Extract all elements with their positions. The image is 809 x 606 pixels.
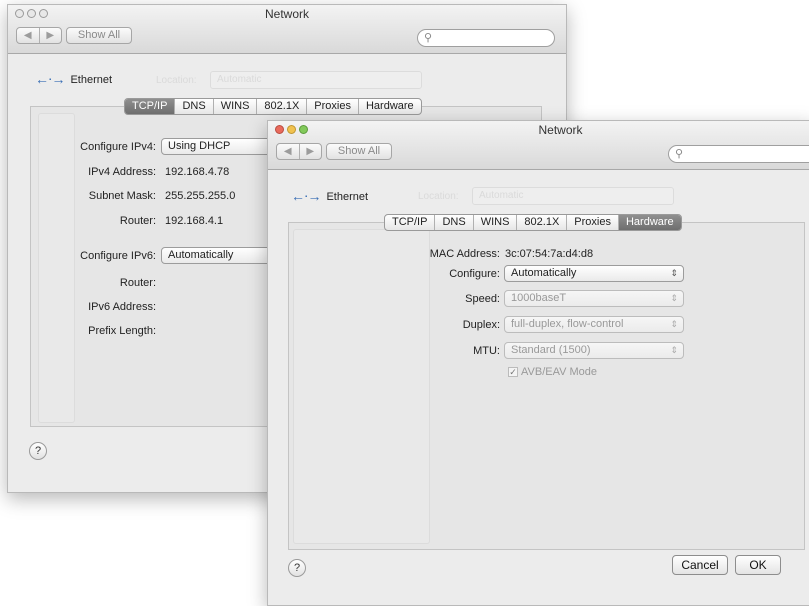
avb-eav-checkbox[interactable]: ✓ AVB/EAV Mode xyxy=(508,366,597,378)
location-label: Location: xyxy=(156,75,197,86)
configure-label: Configure: xyxy=(449,268,500,280)
mac-address-label: MAC Address: xyxy=(429,248,500,260)
tab-hardware[interactable]: Hardware xyxy=(618,215,681,230)
forward-arrow-icon[interactable]: ▶ xyxy=(298,144,322,159)
subnet-mask-value: 255.255.255.0 xyxy=(165,190,236,202)
help-button[interactable]: ? xyxy=(288,559,306,577)
title-bar: Network ◀ ▶ Show All ⚲ xyxy=(268,121,809,170)
checkmark-icon: ✓ xyxy=(508,367,518,377)
ipv4-address-label: IPv4 Address: xyxy=(88,166,156,178)
mtu-label: MTU: xyxy=(473,345,500,357)
location-value: Automatic xyxy=(217,74,262,85)
tab-tcpip[interactable]: TCP/IP xyxy=(385,215,436,230)
configure-ipv4-label: Configure IPv4: xyxy=(80,141,156,153)
window-title: Network xyxy=(538,123,583,137)
router-value: 192.168.4.1 xyxy=(165,215,224,227)
interface-name: Ethernet xyxy=(70,73,113,86)
tab-dns[interactable]: DNS xyxy=(175,99,214,114)
show-all-button[interactable]: Show All xyxy=(66,27,132,44)
configure-ipv4-select[interactable]: Using DHCP xyxy=(161,138,281,155)
avb-eav-label: AVB/EAV Mode xyxy=(521,366,598,378)
duplex-value: full-duplex, flow-control xyxy=(511,318,624,330)
configure-select[interactable]: Automatically ⇕ xyxy=(504,265,684,282)
tab-8021x[interactable]: 802.1X xyxy=(257,99,308,114)
forward-arrow-icon[interactable]: ▶ xyxy=(38,28,62,43)
stepper-arrows-icon: ⇕ xyxy=(670,345,678,355)
router6-label: Router: xyxy=(119,277,156,289)
configure-ipv4-value: Using DHCP xyxy=(168,140,231,152)
speed-select[interactable]: 1000baseT ⇕ xyxy=(504,290,684,307)
tab-dns[interactable]: DNS xyxy=(435,215,474,230)
interface-name: Ethernet xyxy=(326,190,369,203)
tab-tcpip[interactable]: TCP/IP xyxy=(125,99,176,114)
stepper-arrows-icon: ⇕ xyxy=(670,268,678,278)
minimize-button[interactable] xyxy=(287,125,296,134)
mtu-select[interactable]: Standard (1500) ⇕ xyxy=(504,342,684,359)
tab-proxies[interactable]: Proxies xyxy=(307,99,359,114)
help-button[interactable]: ? xyxy=(29,442,47,460)
tab-8021x[interactable]: 802.1X xyxy=(517,215,568,230)
ok-button[interactable]: OK xyxy=(735,555,781,575)
title-bar: Network ◀ ▶ Show All ⚲ xyxy=(8,5,566,54)
window-title: Network xyxy=(264,7,309,21)
ethernet-icon: ←⋅→ xyxy=(35,71,65,87)
stepper-arrows-icon: ⇕ xyxy=(670,293,678,303)
speed-label: Speed: xyxy=(465,293,500,305)
duplex-select[interactable]: full-duplex, flow-control ⇕ xyxy=(504,316,684,333)
location-label: Location: xyxy=(418,191,459,202)
mtu-value: Standard (1500) xyxy=(511,344,591,356)
search-icon: ⚲ xyxy=(675,148,684,160)
router-label: Router: xyxy=(119,215,156,227)
ipv4-address-value: 192.168.4.78 xyxy=(165,166,230,178)
ipv6-address-label: IPv6 Address: xyxy=(88,301,156,313)
cancel-button[interactable]: Cancel xyxy=(672,555,728,575)
prefix-length-label: Prefix Length: xyxy=(88,325,156,337)
nav-back-forward[interactable]: ◀ ▶ xyxy=(276,143,322,160)
duplex-label: Duplex: xyxy=(462,319,500,331)
network-window-front: Network ◀ ▶ Show All ⚲ ←⋅→ Ethernet Loca… xyxy=(267,120,809,606)
configure-ipv6-value: Automatically xyxy=(168,249,234,261)
show-all-button[interactable]: Show All xyxy=(326,143,392,160)
location-value: Automatic xyxy=(479,190,524,201)
location-select[interactable]: Automatic xyxy=(210,71,422,89)
interface-header: ←⋅→ Ethernet xyxy=(35,71,112,88)
back-arrow-icon[interactable]: ◀ xyxy=(277,144,299,159)
configure-value: Automatically xyxy=(511,267,577,279)
configure-ipv6-label: Configure IPv6: xyxy=(80,250,156,262)
ethernet-icon: ←⋅→ xyxy=(291,188,321,204)
tab-wins[interactable]: WINS xyxy=(474,215,518,230)
subnet-mask-label: Subnet Mask: xyxy=(88,190,156,202)
interface-header: ←⋅→ Ethernet xyxy=(291,188,368,205)
location-select[interactable]: Automatic xyxy=(472,187,674,205)
configure-ipv6-select[interactable]: Automatically xyxy=(161,247,281,264)
tab-proxies[interactable]: Proxies xyxy=(567,215,619,230)
zoom-button[interactable] xyxy=(299,125,308,134)
service-list-ghost xyxy=(38,113,75,423)
tab-hardware[interactable]: Hardware xyxy=(359,99,421,114)
back-arrow-icon[interactable]: ◀ xyxy=(17,28,39,43)
close-button[interactable] xyxy=(275,125,284,134)
speed-value: 1000baseT xyxy=(511,292,567,304)
search-field[interactable]: ⚲ xyxy=(668,145,809,163)
search-icon: ⚲ xyxy=(424,32,433,44)
tab-bar: TCP/IP DNS WINS 802.1X Proxies Hardware xyxy=(384,214,682,231)
stepper-arrows-icon: ⇕ xyxy=(670,319,678,329)
nav-back-forward[interactable]: ◀ ▶ xyxy=(16,27,62,44)
tab-bar: TCP/IP DNS WINS 802.1X Proxies Hardware xyxy=(124,98,422,115)
window-controls xyxy=(275,125,308,134)
search-field[interactable]: ⚲ xyxy=(417,29,555,47)
tab-wins[interactable]: WINS xyxy=(214,99,258,114)
mac-address-value: 3c:07:54:7a:d4:d8 xyxy=(505,248,594,260)
